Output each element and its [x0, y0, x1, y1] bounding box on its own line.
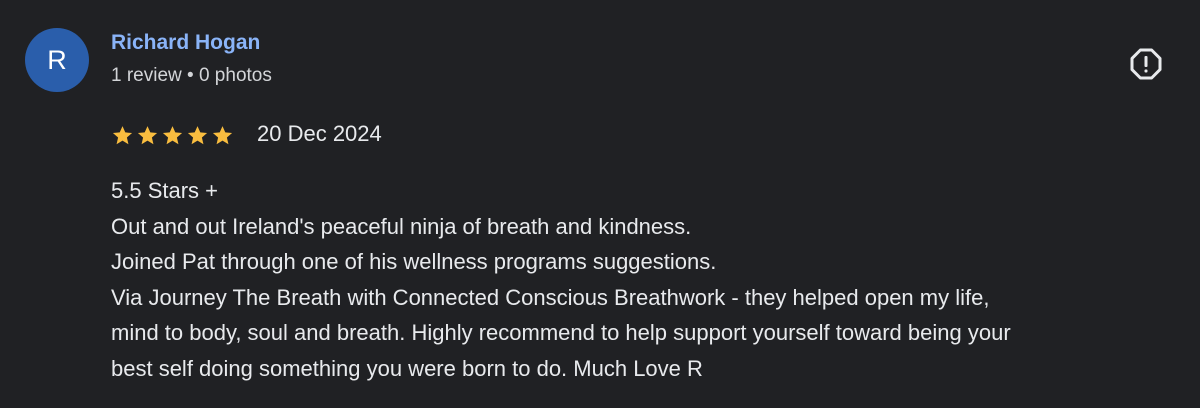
- star-icon: [137, 125, 158, 144]
- review-date: 20 Dec 2024: [257, 121, 382, 146]
- report-button[interactable]: [1124, 42, 1168, 86]
- star-icon: [187, 125, 208, 144]
- star-icon: [112, 125, 133, 144]
- reviewer-meta: 1 review • 0 photos: [111, 65, 272, 86]
- review-text-line: Out and out Ireland's peaceful ninja of …: [111, 213, 692, 239]
- review-text-line: Via Journey The Breath with Connected Co…: [111, 284, 990, 310]
- review-text-line: mind to body, soul and breath. Highly re…: [111, 320, 1011, 346]
- review-card: R Richard Hogan 1 review • 0 photos 20 D…: [0, 0, 1200, 408]
- reviewer-name[interactable]: Richard Hogan: [111, 31, 260, 55]
- review-text-line: Joined Pat through one of his wellness p…: [111, 249, 717, 275]
- review-text-line: 5.5 Stars +: [111, 178, 219, 203]
- review-text-line: best self doing something you were born …: [111, 355, 703, 381]
- avatar[interactable]: R: [25, 28, 89, 92]
- star-icon: [212, 125, 233, 144]
- report-flag-icon: [1130, 48, 1162, 80]
- review-text: 5.5 Stars + Out and out Ireland's peacefu…: [111, 173, 1191, 387]
- avatar-initial: R: [47, 44, 67, 75]
- star-rating: [111, 121, 234, 149]
- star-icon: [162, 125, 183, 144]
